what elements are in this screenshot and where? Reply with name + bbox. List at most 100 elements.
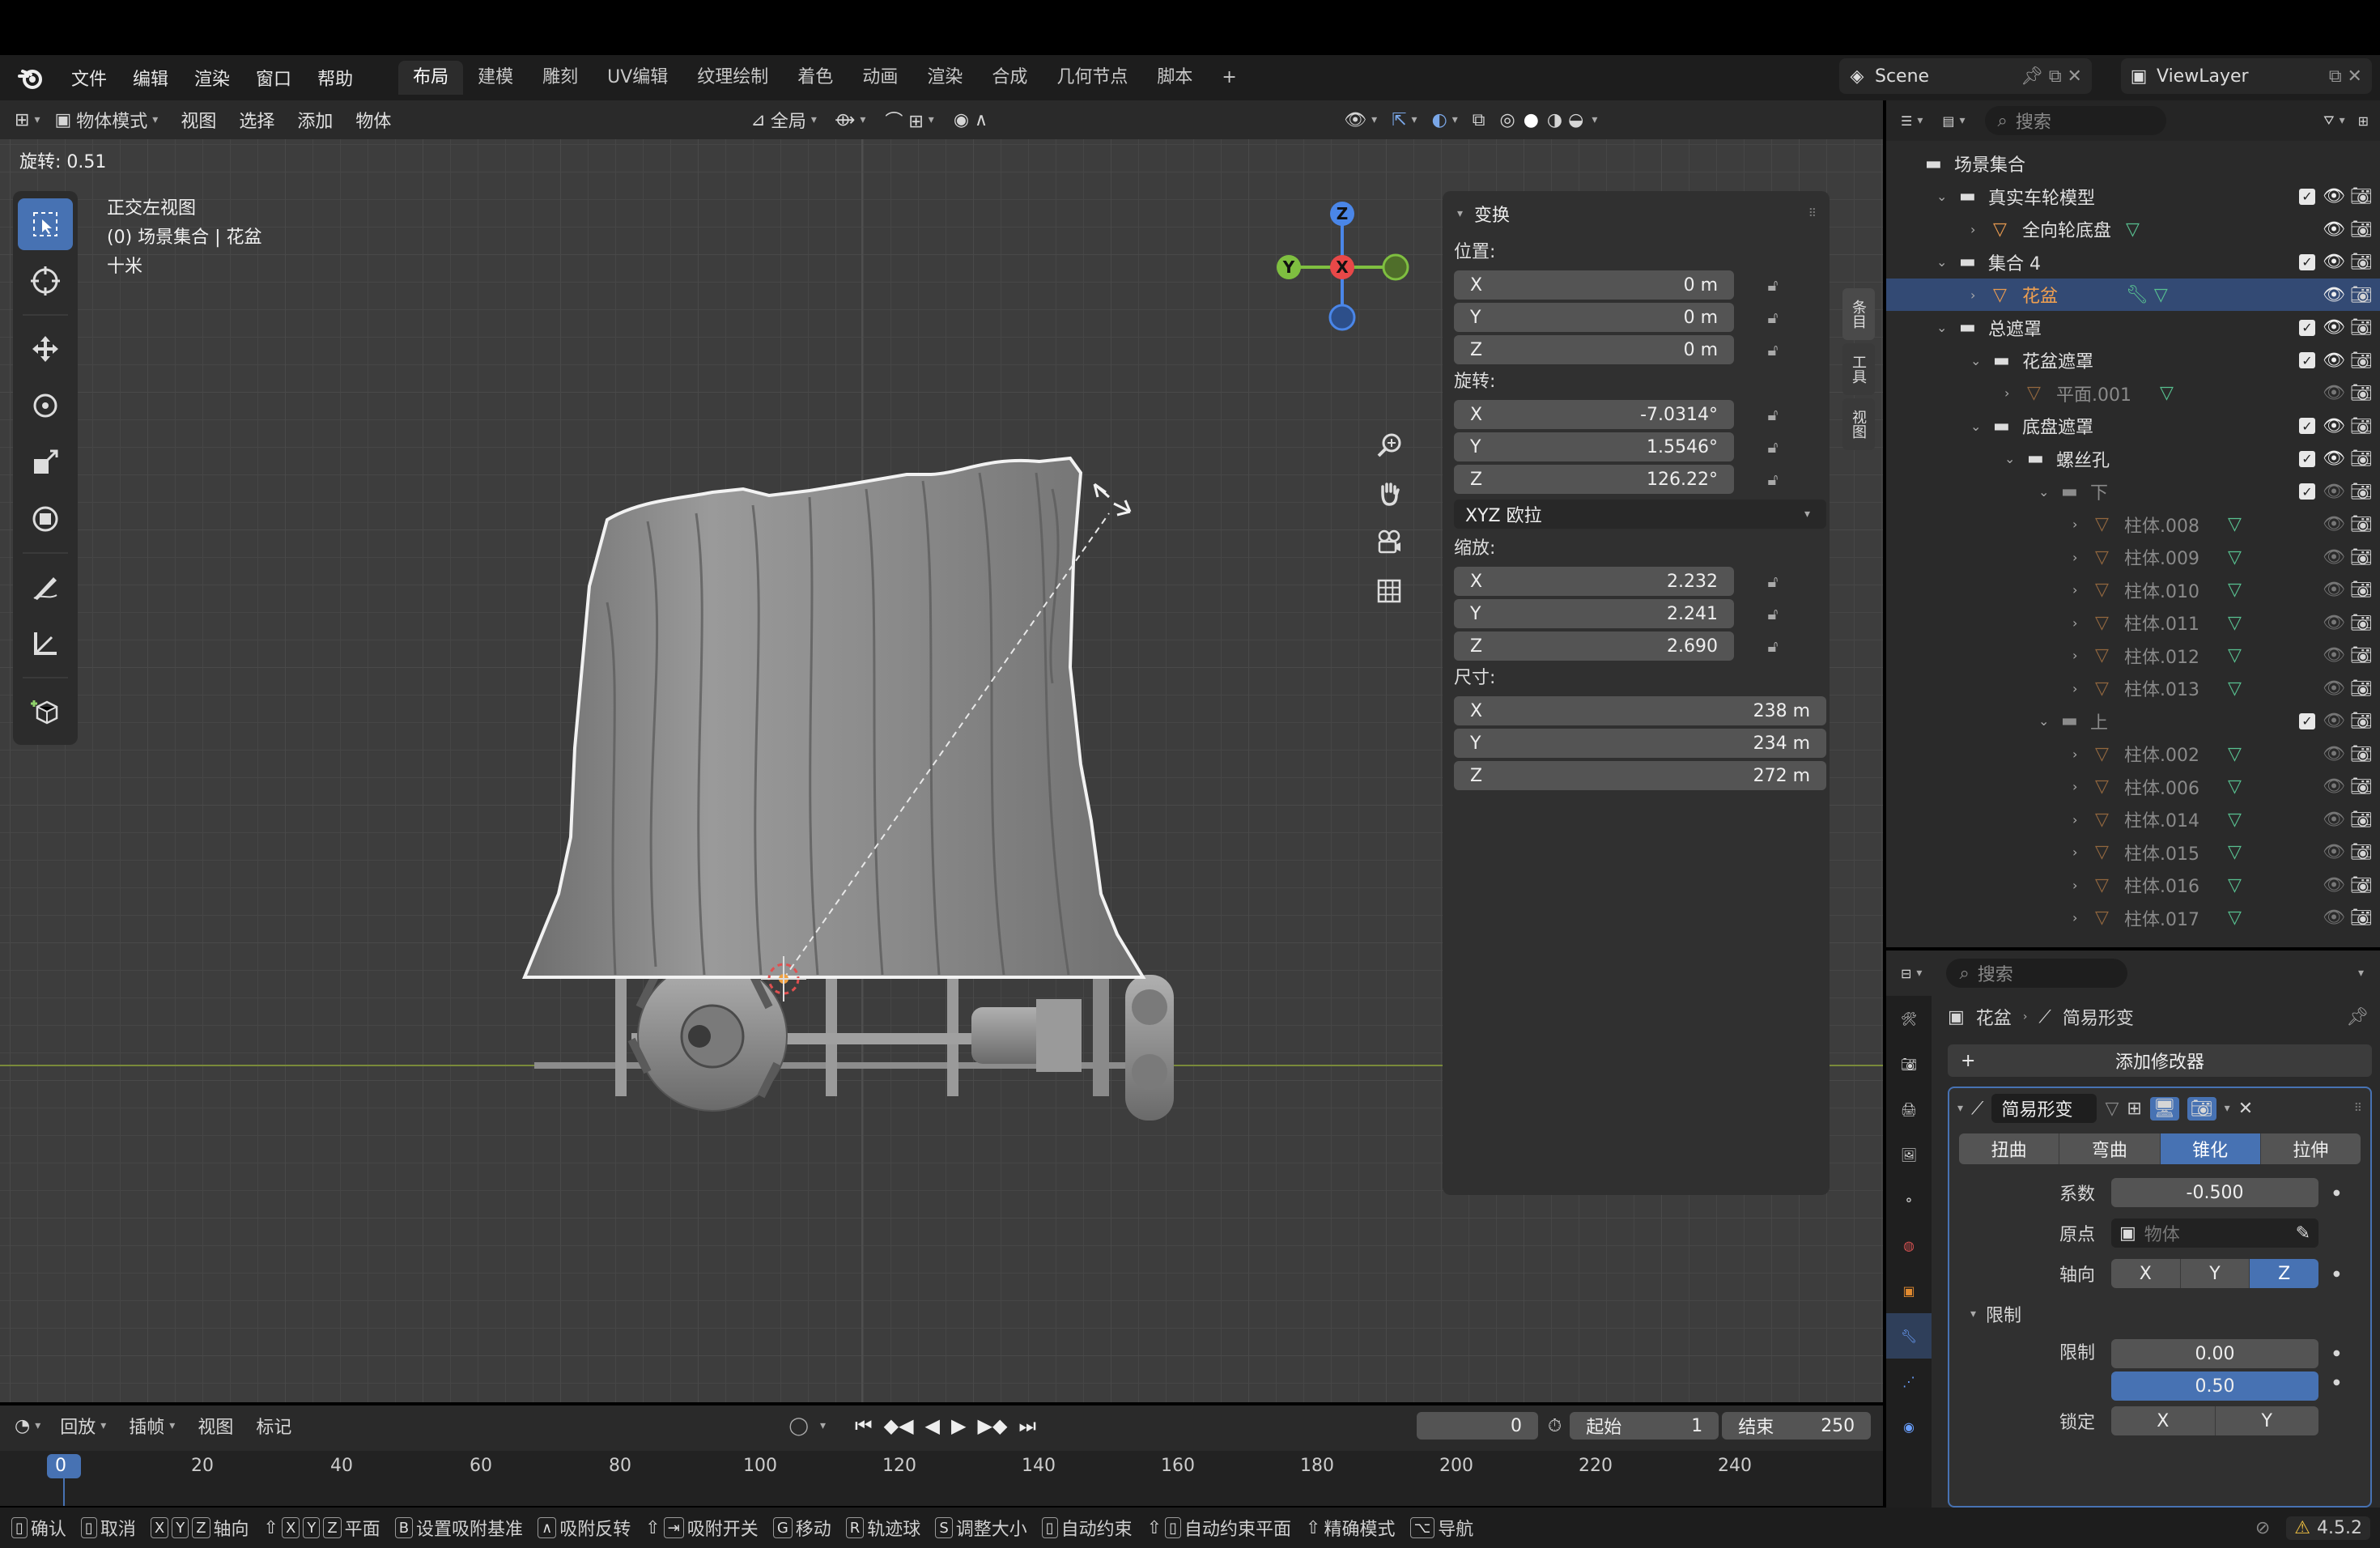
- viewport-toggle-icon[interactable]: 🖥︎: [2149, 1096, 2179, 1121]
- chevron-down-icon[interactable]: ⌄: [1936, 320, 1947, 335]
- axis-x-button[interactable]: X: [2111, 1259, 2181, 1288]
- version-badge[interactable]: ⚠ 4.5.2: [2286, 1516, 2370, 1540]
- navigation-gizmo[interactable]: Z Y X: [1264, 186, 1426, 348]
- lock-icon[interactable]: 🔓︎: [1757, 275, 1789, 295]
- rotation-mode-dropdown[interactable]: XYZ 欧拉 ▾: [1454, 500, 1826, 529]
- transform-tool-icon[interactable]: [18, 493, 73, 545]
- chevron-down-icon[interactable]: ⌄: [2038, 713, 2049, 729]
- menu-edit[interactable]: 编辑: [120, 65, 181, 91]
- exclude-checkbox[interactable]: ✓: [2299, 188, 2315, 205]
- frame-start-field[interactable]: 起始 1: [1570, 1412, 1719, 1440]
- animate-dot-icon[interactable]: ●: [2333, 1269, 2340, 1278]
- timeline-ruler[interactable]: 0 20 40 60 80 100 120 140 160 180 200 22…: [0, 1451, 1883, 1506]
- add-workspace-icon[interactable]: +: [1207, 61, 1251, 95]
- eye-icon[interactable]: 👁︎: [2323, 744, 2345, 764]
- chevron-down-icon[interactable]: ⌄: [2038, 484, 2049, 500]
- eye-icon[interactable]: 👁︎: [2323, 547, 2345, 568]
- outliner-row[interactable]: ⌄ ▬ 下 ✓ 👁︎ 📷︎: [1886, 475, 2380, 508]
- display-mode-icon[interactable]: ▤ ▾: [1942, 113, 1965, 129]
- mesh-data-icon[interactable]: ▽: [2228, 810, 2242, 830]
- chevron-right-icon[interactable]: ›: [2072, 550, 2077, 565]
- gizmo-toggle-icon[interactable]: ⇱ ▾: [1392, 110, 1417, 130]
- tool-settings-icon[interactable]: 🛠︎: [1886, 996, 1932, 1041]
- limit-high-field[interactable]: 0.50: [2111, 1372, 2318, 1401]
- outliner-row[interactable]: › ▽ 柱体.011 ▽ 👁︎ 📷︎: [1886, 606, 2380, 639]
- camera-icon[interactable]: 📷︎: [2350, 711, 2373, 731]
- camera-icon[interactable]: 📷︎: [2350, 842, 2373, 862]
- chevron-right-icon[interactable]: ›: [2004, 385, 2009, 401]
- eye-icon[interactable]: 👁︎: [2323, 383, 2345, 403]
- eye-icon[interactable]: 👁︎: [2323, 810, 2345, 830]
- output-properties-icon[interactable]: 🖨︎: [1886, 1087, 1932, 1132]
- outliner-row[interactable]: › ▽ 柱体.017 ▽ 👁︎ 📷︎: [1886, 902, 2380, 934]
- camera-icon[interactable]: 📷︎: [2350, 678, 2373, 699]
- menu-help[interactable]: 帮助: [304, 65, 366, 91]
- camera-icon[interactable]: 📷︎: [2350, 449, 2373, 469]
- scale-z-field[interactable]: Z 2.690: [1454, 632, 1734, 661]
- mesh-data-icon[interactable]: ▽: [2228, 678, 2242, 699]
- particles-icon[interactable]: ⋰: [1886, 1359, 1932, 1404]
- tab-layout[interactable]: 布局: [398, 61, 464, 95]
- physics-icon[interactable]: ◉: [1886, 1404, 1932, 1449]
- eye-icon[interactable]: 👁︎: [2323, 219, 2345, 240]
- outliner-row[interactable]: › ▽ 全向轮底盘 ▽ 👁︎ 📷︎: [1886, 213, 2380, 245]
- chevron-right-icon[interactable]: ›: [2072, 648, 2077, 663]
- pan-hand-icon[interactable]: [1371, 476, 1407, 512]
- cursor-tool-icon[interactable]: [18, 255, 73, 307]
- rotation-y-field[interactable]: Y 1.5546°: [1454, 432, 1734, 461]
- transform-orientation-dropdown[interactable]: ⊿ 全局 ▾: [750, 107, 816, 133]
- exclude-checkbox[interactable]: ✓: [2299, 712, 2315, 729]
- outliner-row[interactable]: ⌄ ▬ 总遮罩 ✓ 👁︎ 📷︎: [1886, 312, 2380, 344]
- animate-dot-icon[interactable]: ● ●: [2333, 1339, 2340, 1397]
- pin-icon[interactable]: 📌︎: [2346, 1007, 2369, 1027]
- eye-icon[interactable]: 👁︎: [2323, 285, 2345, 305]
- eye-icon[interactable]: 👁︎: [2323, 482, 2345, 502]
- chevron-down-icon[interactable]: ⌄: [1936, 254, 1947, 270]
- move-tool-icon[interactable]: [18, 323, 73, 375]
- camera-icon[interactable]: 📷︎: [2350, 219, 2373, 240]
- dimensions-y-field[interactable]: Y 234 m: [1454, 729, 1826, 758]
- outliner-row[interactable]: › ▽ 柱体.006 ▽ 👁︎ 📷︎: [1886, 771, 2380, 803]
- eye-icon[interactable]: 👁︎: [2323, 514, 2345, 534]
- menu-view[interactable]: 视图: [169, 107, 227, 133]
- limits-subpanel-header[interactable]: ▾ 限制: [1949, 1294, 2370, 1334]
- tab-shading[interactable]: 着色: [783, 61, 848, 95]
- outliner-row[interactable]: › ▽ 平面.001 ▽ 👁︎ 📷︎: [1886, 377, 2380, 410]
- menu-marker[interactable]: 标记: [244, 1413, 303, 1439]
- snap-toggle-icon[interactable]: ⌒ ⊞ ▾: [885, 107, 933, 133]
- camera-icon[interactable]: 📷︎: [2350, 875, 2373, 895]
- exclude-checkbox[interactable]: ✓: [2299, 418, 2315, 434]
- tab-sculpting[interactable]: 雕刻: [528, 61, 593, 95]
- outliner-row[interactable]: › ▽ 柱体.015 ▽ 👁︎ 📷︎: [1886, 836, 2380, 869]
- annotate-tool-icon[interactable]: [18, 561, 73, 613]
- outliner-row[interactable]: › ▽ 柱体.009 ▽ 👁︎ 📷︎: [1886, 541, 2380, 573]
- overlay-toggle-icon[interactable]: ◐ ▾: [1432, 110, 1458, 130]
- menu-playback[interactable]: 回放 ▾: [49, 1413, 117, 1439]
- tab-texture-paint[interactable]: 纹理绘制: [682, 61, 783, 95]
- exclude-checkbox[interactable]: ✓: [2299, 450, 2315, 467]
- camera-icon[interactable]: 📷︎: [2350, 744, 2373, 764]
- ortho-grid-icon[interactable]: [1371, 573, 1407, 609]
- outliner-row[interactable]: › ▽ 花盆 🔧︎ ▽ 👁︎ 📷︎: [1886, 279, 2380, 311]
- lock-icon[interactable]: 🔓︎: [1757, 572, 1789, 591]
- dimensions-x-field[interactable]: X 238 m: [1454, 696, 1826, 725]
- proportional-edit-icon[interactable]: ◉ ∧: [954, 110, 988, 130]
- eye-icon[interactable]: 👁︎: [2323, 613, 2345, 633]
- chevron-down-icon[interactable]: ⌄: [1970, 353, 1981, 368]
- mesh-data-icon[interactable]: ▽: [2228, 580, 2242, 600]
- timeline-editor-icon[interactable]: ◔ ▾: [15, 1416, 40, 1436]
- tab-scripting[interactable]: 脚本: [1142, 61, 1207, 95]
- mode-taper[interactable]: 锥化: [2160, 1133, 2261, 1164]
- modifier-properties-icon[interactable]: 🔧︎: [1886, 1313, 1932, 1359]
- mesh-data-icon[interactable]: 🔧︎ ▽: [2126, 285, 2168, 305]
- camera-icon[interactable]: 📷︎: [2350, 351, 2373, 371]
- camera-icon[interactable]: 📷︎: [2350, 416, 2373, 436]
- lock-icon[interactable]: 🔓︎: [1757, 405, 1789, 424]
- prev-keyframe-icon[interactable]: ◆◀: [884, 1414, 914, 1437]
- measure-tool-icon[interactable]: [18, 618, 73, 670]
- eye-icon[interactable]: 👁︎: [2323, 645, 2345, 666]
- tab-compositing[interactable]: 合成: [977, 61, 1042, 95]
- scene-selector[interactable]: ◈ Scene 📌︎ ⧉ ✕: [1839, 58, 2092, 94]
- tab-tool[interactable]: 工具: [1842, 343, 1875, 395]
- tab-geometry-nodes[interactable]: 几何节点: [1042, 61, 1142, 95]
